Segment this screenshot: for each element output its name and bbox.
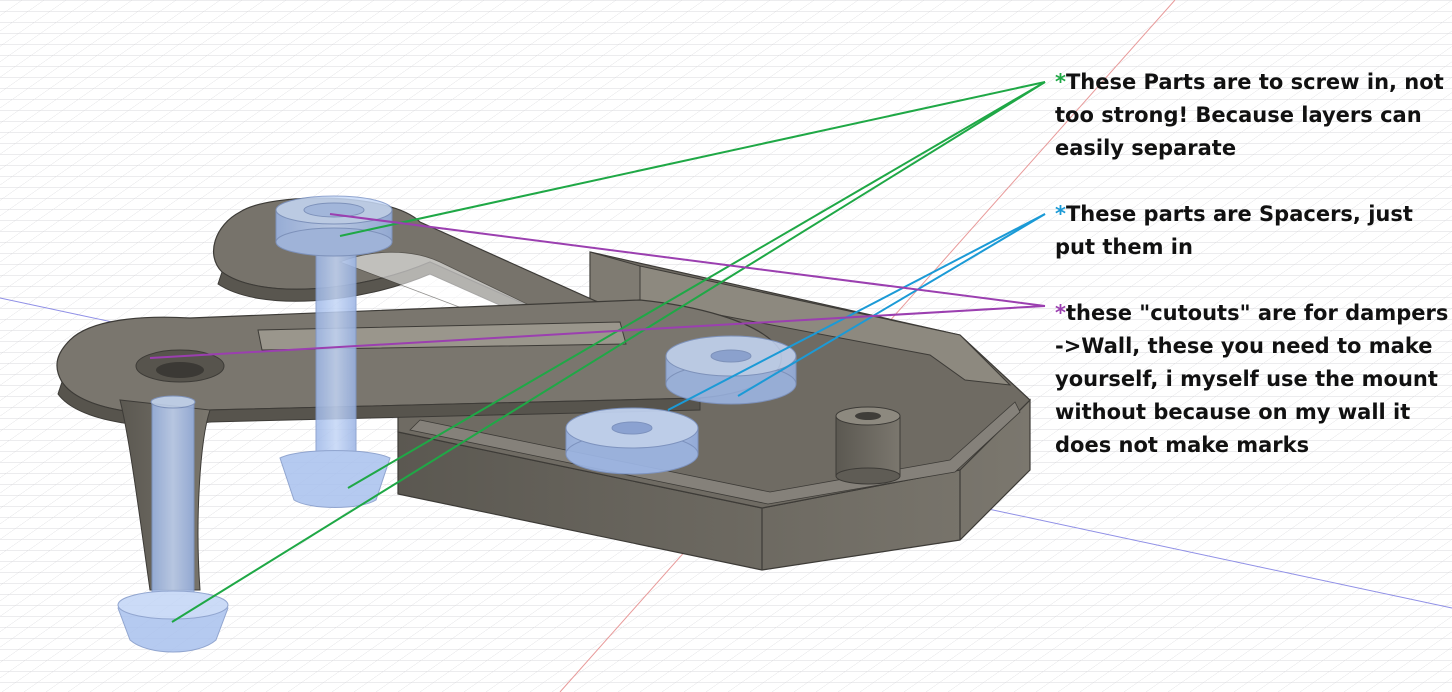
- spacers-marker: *: [1055, 202, 1066, 226]
- annotation-spacers: *These parts are Spacers, just put them …: [1055, 198, 1450, 264]
- screws-note-text: These Parts are to screw in, not too str…: [1055, 70, 1444, 160]
- spacer-upper: [665, 335, 797, 405]
- spacers-note-text: These parts are Spacers, just put them i…: [1055, 202, 1413, 259]
- annotation-screws: *These Parts are to screw in, not too st…: [1055, 66, 1450, 165]
- cad-viewport[interactable]: *These Parts are to screw in, not too st…: [0, 0, 1452, 692]
- spacer-lower: [565, 407, 699, 475]
- screws-marker: *: [1055, 70, 1066, 94]
- cutouts-note-text: these "cutouts" are for dampers ->Wall, …: [1055, 301, 1449, 457]
- cutouts-marker: *: [1055, 301, 1066, 325]
- annotation-cutouts: *these "cutouts" are for dampers ->Wall,…: [1055, 297, 1450, 462]
